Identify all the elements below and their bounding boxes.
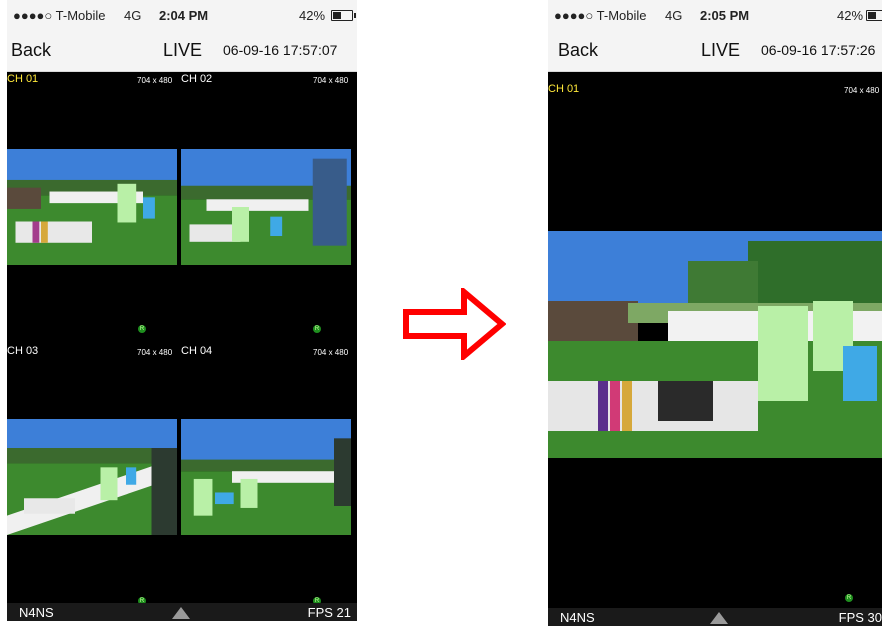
network-label: 4G [124,8,142,23]
channel-label: CH 01 [548,83,580,95]
back-button[interactable]: Back [558,40,598,61]
recording-indicator: R [845,594,853,602]
page-title: LIVE [163,40,203,60]
camera-feed [548,231,882,458]
back-button[interactable]: Back [11,40,51,61]
bottom-bar: N4NS FPS 30 [548,608,882,626]
battery-percent: 42% [299,8,326,23]
device-name: N4NS [560,610,595,625]
battery-percent: 42% [837,8,864,23]
phone-single-view: ●●●●○ T-Mobile 4G 2:05 PM 42% Back LIVE … [548,0,882,626]
up-triangle-icon[interactable] [710,612,728,624]
channel-label: CH 03 [7,345,39,357]
clock: 2:05 PM [700,8,750,23]
carrier-label: ●●●●○ T-Mobile [554,8,647,23]
resolution-label: 704 x 480 [313,348,349,357]
up-triangle-icon[interactable] [172,607,190,619]
resolution-label: 704 x 480 [137,76,173,85]
camera-feed [181,419,351,535]
right-arrow-icon [402,285,507,363]
battery-icon [331,10,356,21]
carrier-label: ●●●●○ T-Mobile [13,8,106,23]
clock: 2:04 PM [159,8,209,23]
fps-readout: FPS 30 [838,610,882,625]
resolution-label: 704 x 480 [313,76,349,85]
battery-icon [866,10,882,21]
timestamp: 06-09-16 17:57:26 [761,42,876,58]
network-label: 4G [665,8,683,23]
camera-feed [7,149,177,265]
phone-quad-view: ●●●●○ T-Mobile 4G 2:04 PM 42% Back LIVE … [7,0,357,621]
page-title: LIVE [701,40,741,60]
status-bar: ●●●●○ T-Mobile 4G 2:04 PM 42% [7,0,357,32]
channel-label: CH 01 [7,73,39,85]
fps-readout: FPS 21 [307,605,351,620]
nav-bar: Back LIVE 06-09-16 17:57:07 [7,32,357,72]
timestamp: 06-09-16 17:57:07 [223,42,338,58]
status-bar: ●●●●○ T-Mobile 4G 2:05 PM 42% [548,0,882,32]
resolution-label: 704 x 480 [137,348,173,357]
recording-indicator: R [138,325,146,333]
device-name: N4NS [19,605,54,620]
channel-label: CH 04 [181,345,213,357]
channel-label: CH 02 [181,73,213,85]
camera-feed [7,419,177,535]
recording-indicator: R [313,325,321,333]
camera-feed [181,149,351,265]
nav-bar: Back LIVE 06-09-16 17:57:26 [548,32,882,72]
bottom-bar: N4NS FPS 21 [7,603,357,621]
resolution-label: 704 x 480 [844,86,880,95]
